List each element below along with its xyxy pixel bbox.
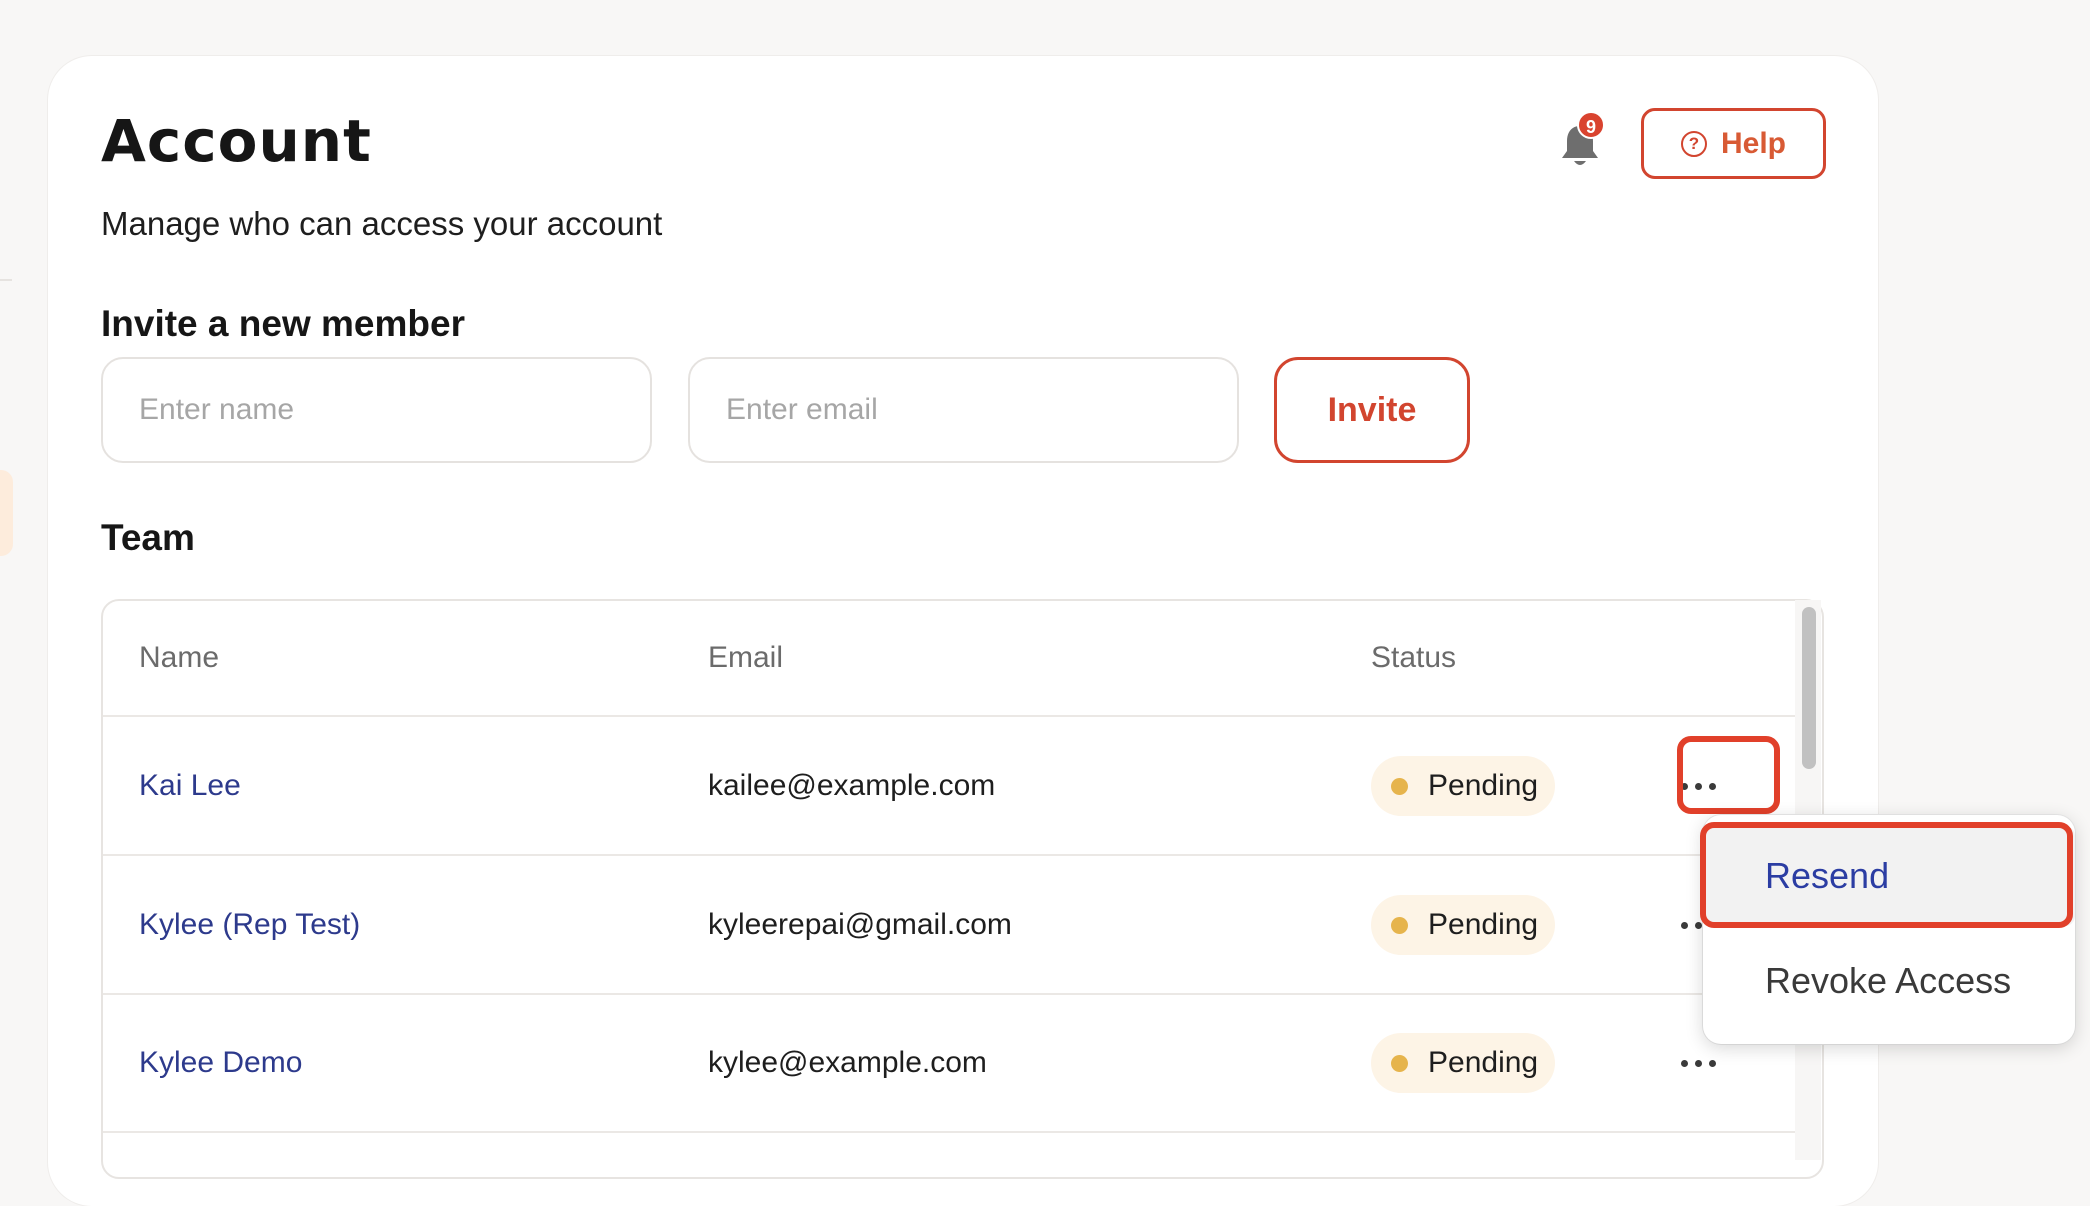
dot <box>1694 1059 1702 1067</box>
column-header-status: Status <box>1371 641 1457 674</box>
member-email: kailee@example.com <box>708 768 996 802</box>
status-badge: Pending <box>1371 1033 1555 1093</box>
dot <box>1708 782 1716 790</box>
dot <box>1680 921 1688 929</box>
invite-button[interactable]: Invite <box>1274 357 1470 463</box>
status-label: Pending <box>1428 908 1539 941</box>
status-label: Pending <box>1428 1046 1539 1079</box>
help-icon: ? <box>1680 130 1707 157</box>
column-header-email: Email <box>708 641 784 674</box>
help-button[interactable]: ? Help <box>1641 108 1826 179</box>
dot <box>1694 921 1702 929</box>
member-name-link[interactable]: Kylee Demo <box>139 995 302 1131</box>
notification-badge: 9 <box>1577 111 1605 139</box>
name-field[interactable] <box>101 357 652 463</box>
invite-section-title: Invite a new member <box>101 303 465 344</box>
dot <box>1708 1059 1716 1067</box>
page-title: Account <box>101 107 372 175</box>
email-input[interactable] <box>726 393 1201 427</box>
dot <box>1694 782 1702 790</box>
member-email: kylee@example.com <box>708 1046 987 1079</box>
table-row <box>103 1133 1798 1177</box>
member-name-link[interactable]: Kai Lee <box>139 717 241 854</box>
status-dot-icon <box>1391 916 1408 934</box>
member-email: kyleerepai@gmail.com <box>708 907 1012 941</box>
column-header-name: Name <box>139 641 220 674</box>
status-dot-icon <box>1391 777 1408 795</box>
revoke-access-menu-item[interactable]: Revoke Access <box>1703 931 2075 1031</box>
table-row: Kai Lee kailee@example.com Pending <box>103 717 1798 856</box>
help-label: Help <box>1720 126 1786 160</box>
status-label: Pending <box>1428 769 1539 802</box>
resend-menu-item[interactable]: Resend <box>1703 826 2075 926</box>
left-panel-divider <box>0 279 12 281</box>
team-section-title: Team <box>101 517 195 558</box>
table-row: Kylee Demo kylee@example.com Pending <box>103 995 1798 1133</box>
table-scrollbar-thumb[interactable] <box>1802 607 1816 769</box>
left-panel-tab[interactable] <box>0 470 13 556</box>
dot <box>1680 782 1688 790</box>
table-header: Name Email Status <box>103 601 1798 717</box>
member-name-link[interactable]: Kylee (Rep Test) <box>139 856 360 993</box>
dot <box>1680 1059 1688 1067</box>
row-actions-menu: Resend Revoke Access <box>1703 815 2075 1044</box>
page-subtitle: Manage who can access your account <box>101 205 663 242</box>
status-badge: Pending <box>1371 756 1555 816</box>
status-dot-icon <box>1391 1054 1408 1072</box>
email-field[interactable] <box>688 357 1239 463</box>
status-badge: Pending <box>1371 895 1555 955</box>
row-actions-button[interactable] <box>1668 1043 1728 1083</box>
row-actions-button[interactable] <box>1668 766 1728 806</box>
name-input[interactable] <box>139 393 614 427</box>
team-table: Name Email Status Kai Lee kailee@example… <box>101 599 1824 1179</box>
table-row: Kylee (Rep Test) kyleerepai@gmail.com Pe… <box>103 856 1798 995</box>
